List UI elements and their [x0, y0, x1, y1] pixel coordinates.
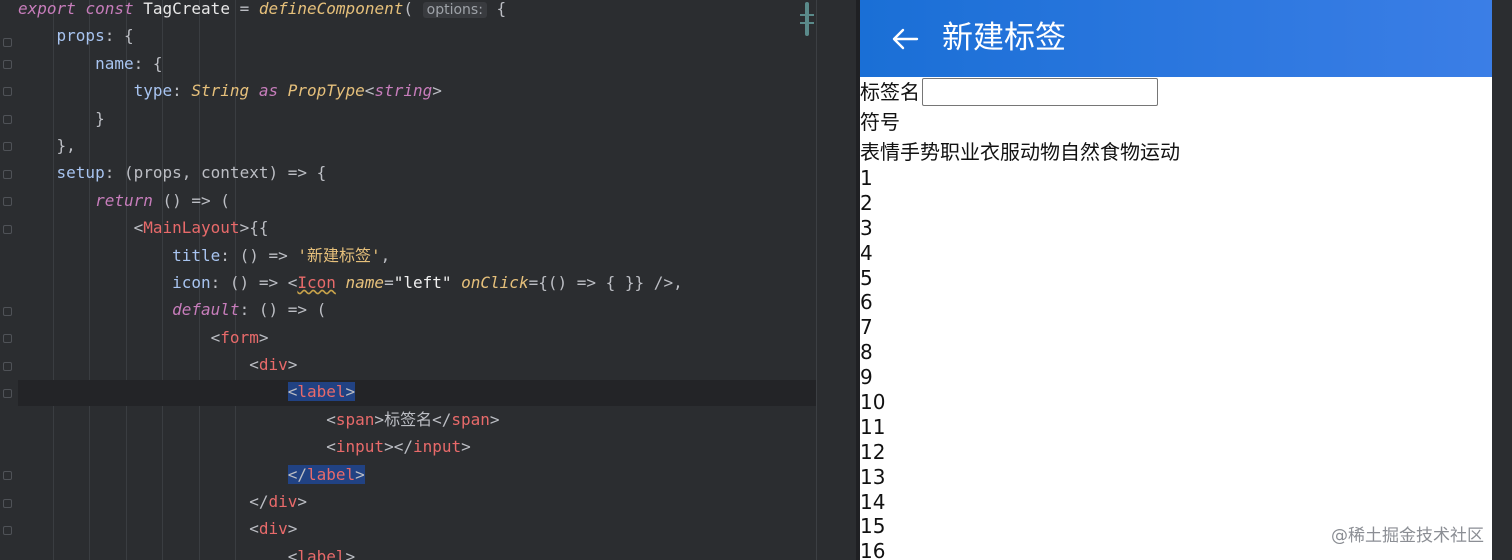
list-item: 1: [860, 166, 873, 190]
code-line: <label>: [287, 382, 356, 402]
tag-form: 标签名 符号 表情手势职业衣服动物自然食物运动: [860, 77, 1492, 167]
list-item: 15: [860, 514, 886, 539]
code-lines[interactable]: export const TagCreate = defineComponent…: [18, 0, 683, 560]
list-item: 5: [860, 265, 873, 290]
fold-marker[interactable]: [3, 225, 12, 234]
fold-marker[interactable]: [3, 526, 12, 535]
code-line: </div>: [18, 492, 307, 512]
list-item: 3: [860, 215, 873, 240]
code-line: <label>: [18, 546, 356, 560]
code-line: type: String as PropType<string>: [133, 81, 442, 101]
list-item: 11: [860, 414, 886, 439]
code-line: <div>: [18, 519, 298, 539]
fold-marker[interactable]: [3, 334, 12, 343]
code-line: <span>标签名</span>: [18, 409, 500, 429]
page-title: 新建标签: [942, 20, 1066, 56]
list-item: 13: [860, 464, 886, 489]
list-item: 4: [860, 240, 873, 265]
list-item: 14: [860, 489, 886, 514]
code-line: <MainLayout>{{: [18, 218, 269, 238]
code-line: return () => (: [95, 190, 230, 210]
fold-marker[interactable]: [3, 362, 12, 371]
list-item: 7: [860, 315, 873, 340]
list-item: 16: [860, 539, 886, 560]
code-line: },: [18, 135, 76, 155]
watermark: @稀土掘金技术社区: [1331, 526, 1484, 546]
fold-marker[interactable]: [3, 115, 12, 124]
list-item: 10: [860, 390, 886, 415]
code-line: props: {: [56, 26, 134, 46]
parameter-hint: options:: [422, 2, 487, 18]
code-line: title: () => '新建标签',: [172, 245, 391, 265]
fold-marker[interactable]: [3, 471, 12, 480]
list-item: 8: [860, 340, 873, 365]
list-item: 2: [860, 190, 873, 215]
fold-marker[interactable]: [3, 197, 12, 206]
code-line: <form>: [18, 327, 269, 347]
code-editor[interactable]: export const TagCreate = defineComponent…: [0, 0, 848, 560]
fold-marker[interactable]: [3, 499, 12, 508]
code-line: name: {: [95, 53, 163, 73]
change-marker[interactable]: [800, 2, 814, 36]
list-item: 12: [860, 439, 886, 464]
code-line: default: () => (: [172, 300, 327, 320]
list-item: 6: [860, 290, 873, 315]
fold-marker[interactable]: [3, 170, 12, 179]
list-item: 9: [860, 365, 873, 390]
fold-marker[interactable]: [3, 389, 12, 398]
code-line: <div>: [18, 355, 298, 375]
number-list: 1 2 3 4 5 6 7 8 9 10 11 12 13 14 15 16: [860, 166, 885, 560]
fold-marker[interactable]: [3, 38, 12, 47]
code-line: setup: (props, context) => {: [56, 163, 327, 183]
fold-marker[interactable]: [3, 307, 12, 316]
tag-name-input[interactable]: [922, 78, 1158, 106]
fold-marker[interactable]: [3, 60, 12, 69]
tag-name-label: 标签名: [860, 80, 920, 104]
editor-divider: [816, 0, 817, 560]
arrow-left-icon[interactable]: [890, 27, 920, 51]
editor-gutter: [0, 0, 18, 560]
symbol-label: 符号: [860, 110, 900, 134]
fold-marker[interactable]: [3, 87, 12, 96]
code-line: <input></input>: [18, 437, 471, 457]
name-row: 标签名: [860, 77, 1492, 107]
code-line: </label>: [287, 464, 365, 484]
category-tabs[interactable]: 表情手势职业衣服动物自然食物运动: [860, 137, 1492, 167]
code-line: }: [18, 108, 105, 128]
app-bar: 新建标签: [860, 0, 1492, 77]
code-line: icon: () => <Icon name="left" onClick={(…: [172, 272, 683, 292]
fold-marker[interactable]: [3, 142, 12, 151]
code-line: export const TagCreate = defineComponent…: [18, 0, 507, 18]
app-preview: 新建标签 标签名 符号 表情手势职业衣服动物自然食物运动 1 2 3 4 5 6…: [860, 0, 1492, 560]
